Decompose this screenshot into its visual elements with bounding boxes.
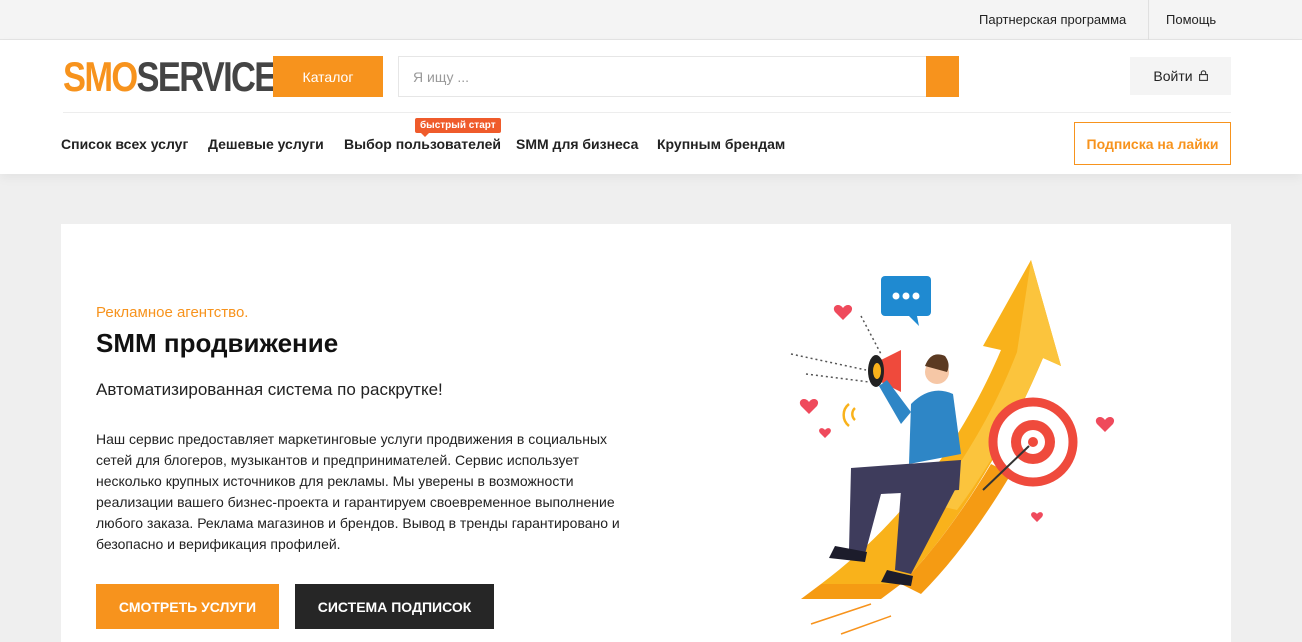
logo-part-service: SERVICE xyxy=(136,53,278,100)
view-services-button[interactable]: СМОТРЕТЬ УСЛУГИ xyxy=(96,584,279,629)
hero-kicker: Рекламное агентство. xyxy=(96,304,249,321)
likes-subscription-button[interactable]: Подписка на лайки xyxy=(1074,122,1231,165)
logo[interactable]: SMOSERVICE xyxy=(63,53,278,100)
hero-subtitle: Автоматизированная система по раскрутке! xyxy=(96,380,443,399)
hero-description: Наш сервис предоставляет маркетинговые у… xyxy=(96,431,620,552)
partner-program-link[interactable]: Партнерская программа xyxy=(979,0,1126,40)
subscription-system-button[interactable]: СИСТЕМА ПОДПИСОК xyxy=(295,584,494,629)
megaphone-growth-illustration xyxy=(790,260,1115,635)
nav-item-smm-business[interactable]: SMM для бизнеса xyxy=(516,136,638,152)
catalog-button[interactable]: Каталог xyxy=(273,56,383,97)
nav-item-big-brands[interactable]: Крупным брендам xyxy=(657,136,785,152)
help-link[interactable]: Помощь xyxy=(1166,0,1216,40)
search-bar xyxy=(398,56,959,97)
login-button[interactable]: Войти xyxy=(1130,57,1231,95)
hero-title: SMM продвижение xyxy=(96,328,339,358)
login-label: Войти xyxy=(1153,68,1193,84)
site-header: SMOSERVICE Каталог Войти быстрый старт С… xyxy=(0,40,1302,174)
lock-icon xyxy=(1198,70,1208,84)
hero-section: Рекламное агентство. SMM продвижение Авт… xyxy=(61,224,1231,642)
quick-start-badge: быстрый старт xyxy=(415,118,501,137)
top-bar: Партнерская программа Помощь xyxy=(0,0,1302,40)
nav-item-cheap-services[interactable]: Дешевые услуги xyxy=(208,136,324,152)
nav-item-users-choice[interactable]: Выбор пользователей xyxy=(344,136,501,152)
search-input[interactable] xyxy=(399,57,927,96)
nav-item-all-services[interactable]: Список всех услуг xyxy=(61,136,188,152)
logo-part-smo: SMO xyxy=(63,53,138,100)
search-button[interactable] xyxy=(926,56,959,97)
header-divider xyxy=(63,112,1231,113)
topbar-divider xyxy=(1148,0,1149,40)
